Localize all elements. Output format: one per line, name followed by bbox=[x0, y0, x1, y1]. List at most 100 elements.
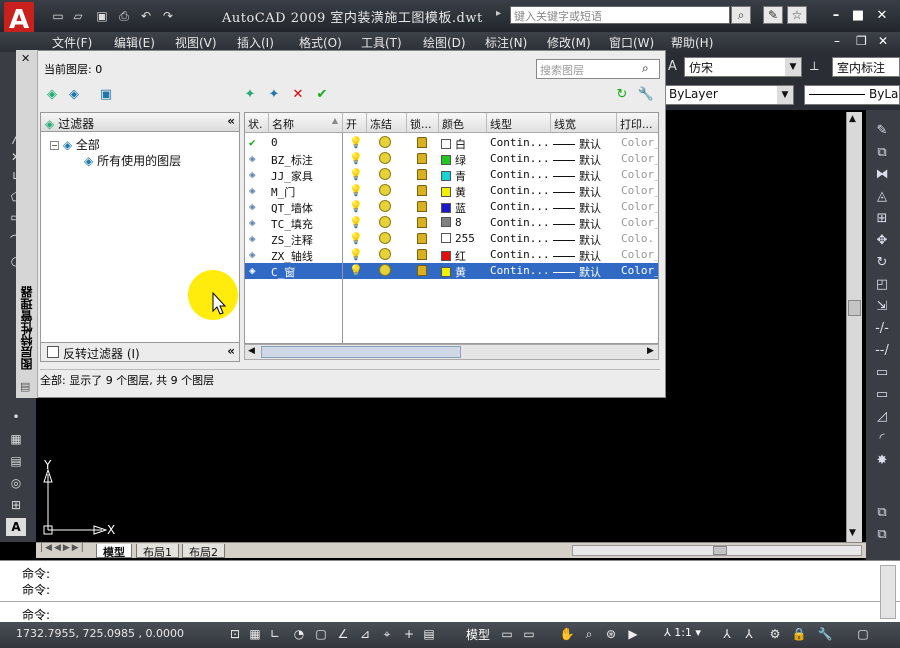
layer-list-horizontal-scrollbar[interactable]: ◀ ▶ bbox=[244, 344, 659, 360]
layer-row[interactable]: ◈ JJ_家具 💡 青 Contin... 默认 Color_ bbox=[245, 167, 658, 183]
layout-quickview-icon[interactable]: ▭ bbox=[498, 625, 516, 643]
otrack-icon[interactable]: ∠ bbox=[334, 625, 352, 643]
layer-plot-style[interactable]: Color_ bbox=[621, 264, 658, 277]
column-header-plot-style[interactable]: 打印... bbox=[617, 113, 658, 133]
text-style-dropdown[interactable]: 仿宋 ▼ bbox=[684, 57, 802, 77]
delete-layer-icon[interactable]: ✕ bbox=[288, 86, 308, 104]
layer-plot-style[interactable]: Colo. bbox=[621, 232, 658, 245]
ortho-icon[interactable]: ∟ bbox=[266, 625, 284, 643]
layer-freeze-sun-icon[interactable] bbox=[379, 136, 399, 149]
new-layer-icon[interactable]: ✦ bbox=[240, 86, 260, 104]
hatch-icon[interactable]: ▦ bbox=[6, 430, 26, 448]
explode-icon[interactable]: ✸ bbox=[872, 452, 892, 470]
block-icon[interactable]: ⧉ bbox=[872, 504, 892, 522]
layer-row[interactable]: ◈ TC_填充 💡 8 Contin... 默认 Color_ bbox=[245, 215, 658, 232]
set-current-icon[interactable]: ✔ bbox=[312, 86, 332, 104]
layer-on-bulb-icon[interactable]: 💡 bbox=[349, 184, 365, 197]
erase-icon[interactable]: ✎ bbox=[872, 122, 892, 140]
canvas-vertical-scrollbar[interactable]: ▲ ▼ bbox=[846, 112, 862, 542]
layer-row[interactable]: ◈ QT_墙体 💡 蓝 Contin... 默认 Color_ bbox=[245, 199, 658, 215]
layer-name[interactable]: C_窗 bbox=[271, 264, 341, 280]
dyn-icon[interactable]: ⌖ bbox=[378, 625, 396, 643]
table-icon[interactable]: ⊞ bbox=[6, 496, 26, 514]
canvas-horizontal-scrollbar[interactable] bbox=[572, 545, 862, 556]
layer-on-bulb-icon[interactable]: 💡 bbox=[349, 200, 365, 213]
window-close-button[interactable]: ✕ bbox=[874, 8, 890, 24]
command-window[interactable]: 命令: 命令: 命令: bbox=[0, 560, 900, 622]
fillet-icon[interactable]: ◜ bbox=[872, 430, 892, 448]
menu-help[interactable]: 帮助(H) bbox=[671, 34, 713, 51]
window-minimize-button[interactable]: – bbox=[828, 8, 844, 24]
layer-plot-style[interactable]: Color_ bbox=[621, 248, 658, 261]
scroll-up-icon[interactable]: ▲ bbox=[849, 114, 856, 124]
layer-on-bulb-icon[interactable]: 💡 bbox=[349, 152, 365, 165]
print-icon[interactable]: ⎙ bbox=[116, 9, 132, 23]
layer-linetype[interactable]: Contin... bbox=[490, 248, 550, 261]
zoom-icon[interactable]: ⌕ bbox=[580, 625, 598, 643]
gradient-icon[interactable]: ▤ bbox=[6, 452, 26, 470]
tab-model[interactable]: 模型 bbox=[96, 544, 132, 559]
layer-lineweight[interactable]: 默认 bbox=[553, 264, 617, 280]
layer-color[interactable]: 255 bbox=[441, 232, 487, 245]
layer-lock-icon[interactable] bbox=[417, 200, 437, 213]
layer-row[interactable]: ◈ BZ_标注 💡 绿 Contin... 默认 Color_ bbox=[245, 151, 658, 168]
layer-on-bulb-icon[interactable]: 💡 bbox=[349, 264, 365, 277]
snap-icon[interactable]: ⊡ bbox=[226, 625, 244, 643]
layer-on-bulb-icon[interactable]: 💡 bbox=[349, 248, 365, 261]
drawing-quickview-icon[interactable]: ▭ bbox=[520, 625, 538, 643]
menu-modify[interactable]: 修改(M) bbox=[547, 34, 591, 51]
scroll-thumb[interactable] bbox=[713, 546, 727, 555]
ducs-icon[interactable]: ⊿ bbox=[356, 625, 374, 643]
layer-color[interactable]: 红 bbox=[441, 248, 487, 264]
osnap-icon[interactable]: ▢ bbox=[312, 625, 330, 643]
favorites-icon[interactable]: ☆ bbox=[787, 6, 807, 24]
new-file-icon[interactable]: ▭ bbox=[50, 9, 66, 23]
tree-collapse-icon[interactable]: − bbox=[50, 141, 59, 150]
offset-icon[interactable]: ◬ bbox=[872, 188, 892, 206]
layer-lock-icon[interactable] bbox=[417, 232, 437, 245]
column-header-name[interactable]: 名称 ▲ bbox=[269, 113, 343, 133]
point-icon[interactable]: • bbox=[6, 408, 26, 426]
tab-nav-arrows-icon[interactable]: |◀◀▶▶| bbox=[40, 543, 86, 553]
layer-lock-icon[interactable] bbox=[417, 184, 437, 197]
layer-linetype[interactable]: Contin... bbox=[490, 200, 550, 213]
layer-lock-icon[interactable] bbox=[417, 264, 437, 277]
column-header-linetype[interactable]: 线型 bbox=[487, 113, 551, 133]
layer-row[interactable]: ◈ ZX_轴线 💡 红 Contin... 默认 Color_ bbox=[245, 247, 658, 264]
layer-plot-style[interactable]: Color_ bbox=[621, 136, 658, 149]
collapse-icon[interactable]: « bbox=[227, 114, 235, 128]
layer-name[interactable]: ZS_注释 bbox=[271, 232, 341, 248]
layer-freeze-sun-icon[interactable] bbox=[379, 216, 399, 229]
layer-plot-style[interactable]: Color_ bbox=[621, 168, 658, 181]
palette-properties-icon[interactable]: ▤ bbox=[20, 380, 30, 393]
new-layer-vp-frozen-icon[interactable]: ✦ bbox=[264, 86, 284, 104]
layer-freeze-sun-icon[interactable] bbox=[379, 200, 399, 213]
layer-name[interactable]: BZ_标注 bbox=[271, 152, 341, 168]
menu-view[interactable]: 视图(V) bbox=[175, 34, 217, 51]
layer-lineweight[interactable]: 默认 bbox=[553, 248, 617, 264]
layer-color[interactable]: 绿 bbox=[441, 152, 487, 168]
showmotion-icon[interactable]: ▶ bbox=[624, 625, 642, 643]
scroll-right-icon[interactable]: ▶ bbox=[647, 346, 654, 356]
layer-plot-style[interactable]: Color_ bbox=[621, 216, 658, 229]
column-header-color[interactable]: 颜色 bbox=[439, 113, 487, 133]
scroll-down-icon[interactable]: ▼ bbox=[849, 528, 856, 538]
doc-restore-button[interactable]: ❐ bbox=[856, 34, 867, 48]
new-property-filter-icon[interactable]: ◈ bbox=[42, 86, 62, 104]
coordinate-readout[interactable]: 1732.7955, 725.0985 , 0.0000 bbox=[16, 627, 184, 640]
layer-color[interactable]: 8 bbox=[441, 216, 487, 229]
layer-name[interactable]: TC_填充 bbox=[271, 216, 341, 232]
layer-on-bulb-icon[interactable]: 💡 bbox=[349, 136, 365, 149]
rotate-icon[interactable]: ↻ bbox=[872, 254, 892, 272]
scale-icon[interactable]: ◰ bbox=[872, 276, 892, 294]
layer-lineweight[interactable]: 默认 bbox=[553, 232, 617, 248]
column-header-freeze[interactable]: 冻结 bbox=[367, 113, 407, 133]
collapse-icon[interactable]: « bbox=[227, 344, 235, 358]
move-icon[interactable]: ✥ bbox=[872, 232, 892, 250]
layer-name[interactable]: M_门 bbox=[271, 184, 341, 200]
linetype-dropdown[interactable]: ByLayer ▼ bbox=[664, 85, 794, 105]
lock-icon[interactable]: 🔒 bbox=[790, 625, 808, 643]
column-header-on[interactable]: 开 bbox=[343, 113, 367, 133]
filter-tree-item-used[interactable]: ◈ 所有使用的图层 bbox=[84, 152, 181, 169]
layer-row[interactable]: ✔ 0 💡 白 Contin... 默认 Color_ bbox=[245, 135, 658, 151]
